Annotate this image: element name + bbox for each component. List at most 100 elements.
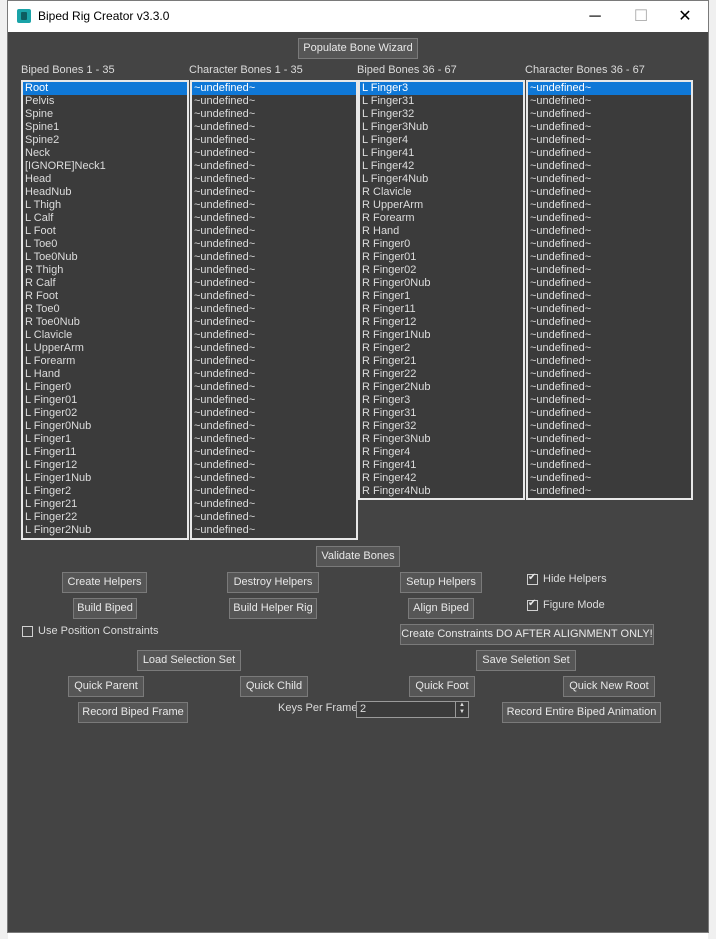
list-item[interactable]: R Calf	[23, 277, 187, 290]
list-item[interactable]: L Finger22	[23, 511, 187, 524]
list-item[interactable]: L Finger3	[360, 82, 523, 95]
list-item[interactable]: R Forearm	[360, 212, 523, 225]
list-item[interactable]: L Finger0	[23, 381, 187, 394]
list-item[interactable]: ~undefined~	[528, 225, 691, 238]
list-item[interactable]: ~undefined~	[528, 199, 691, 212]
list-item[interactable]: L Finger11	[23, 446, 187, 459]
list-item[interactable]: L Finger1	[23, 433, 187, 446]
list-item[interactable]: L Finger0Nub	[23, 420, 187, 433]
list-item[interactable]: ~undefined~	[192, 147, 356, 160]
close-button[interactable]: ✕	[662, 1, 708, 32]
list-item[interactable]: ~undefined~	[528, 264, 691, 277]
list-item[interactable]: R Finger32	[360, 420, 523, 433]
list-item[interactable]: ~undefined~	[192, 225, 356, 238]
spinner-arrows-icon[interactable]: ▲ ▼	[455, 702, 468, 717]
list-item[interactable]: ~undefined~	[528, 316, 691, 329]
list-item[interactable]: R Finger1	[360, 290, 523, 303]
list-item[interactable]: R Finger3Nub	[360, 433, 523, 446]
list-item[interactable]: R Finger12	[360, 316, 523, 329]
list-item[interactable]: R Thigh	[23, 264, 187, 277]
list-item[interactable]: R Finger11	[360, 303, 523, 316]
list-item[interactable]: ~undefined~	[192, 108, 356, 121]
populate-bone-wizard-button[interactable]: Populate Bone Wizard	[298, 38, 418, 59]
list-item[interactable]: ~undefined~	[192, 95, 356, 108]
quick-foot-button[interactable]: Quick Foot	[409, 676, 475, 697]
list-item[interactable]: ~undefined~	[528, 381, 691, 394]
list-item[interactable]: ~undefined~	[192, 498, 356, 511]
list-item[interactable]: ~undefined~	[192, 290, 356, 303]
title-bar[interactable]: Biped Rig Creator v3.3.0 ─ ☐ ✕	[8, 1, 708, 32]
list-item[interactable]: L Finger02	[23, 407, 187, 420]
list-item[interactable]: ~undefined~	[192, 446, 356, 459]
list-item[interactable]: R Foot	[23, 290, 187, 303]
destroy-helpers-button[interactable]: Destroy Helpers	[227, 572, 319, 593]
biped-bones-1-35-list[interactable]: Root Pelvis Spine Spine1 Spine2 Neck [IGNORE]N…	[21, 80, 189, 540]
list-item[interactable]: ~undefined~	[528, 251, 691, 264]
list-item[interactable]: ~undefined~	[528, 134, 691, 147]
list-item[interactable]: ~undefined~	[528, 433, 691, 446]
list-item[interactable]: Spine2	[23, 134, 187, 147]
list-item[interactable]: L Forearm	[23, 355, 187, 368]
align-biped-button[interactable]: Align Biped	[408, 598, 474, 619]
list-item[interactable]: ~undefined~	[192, 82, 356, 95]
quick-child-button[interactable]: Quick Child	[240, 676, 308, 697]
list-item[interactable]: R Finger22	[360, 368, 523, 381]
list-item[interactable]: R Finger41	[360, 459, 523, 472]
list-item[interactable]: L Finger3Nub	[360, 121, 523, 134]
maximize-button[interactable]: ☐	[618, 1, 664, 32]
list-item[interactable]: ~undefined~	[528, 277, 691, 290]
list-item[interactable]: ~undefined~	[528, 238, 691, 251]
list-item[interactable]: ~undefined~	[528, 472, 691, 485]
list-item[interactable]: ~undefined~	[528, 446, 691, 459]
figure-mode-checkbox[interactable]	[527, 598, 538, 611]
list-item[interactable]: ~undefined~	[528, 303, 691, 316]
list-item[interactable]: R Finger0	[360, 238, 523, 251]
list-item[interactable]: ~undefined~	[528, 186, 691, 199]
list-item[interactable]: [IGNORE]Neck1	[23, 160, 187, 173]
list-item[interactable]: L Finger2	[23, 485, 187, 498]
list-item[interactable]: R Finger2	[360, 342, 523, 355]
create-constraints-button[interactable]: Create Constraints DO AFTER ALIGNMENT ON…	[400, 624, 654, 645]
list-item[interactable]: R Finger01	[360, 251, 523, 264]
list-item[interactable]: R Finger31	[360, 407, 523, 420]
quick-parent-button[interactable]: Quick Parent	[68, 676, 144, 697]
list-item[interactable]: ~undefined~	[192, 173, 356, 186]
list-item[interactable]: L Finger21	[23, 498, 187, 511]
list-item[interactable]: ~undefined~	[192, 381, 356, 394]
create-helpers-button[interactable]: Create Helpers	[62, 572, 147, 593]
list-item[interactable]: Neck	[23, 147, 187, 160]
list-item[interactable]: ~undefined~	[192, 316, 356, 329]
list-item[interactable]: R Toe0	[23, 303, 187, 316]
list-item[interactable]: Spine	[23, 108, 187, 121]
list-item[interactable]: ~undefined~	[192, 160, 356, 173]
list-item[interactable]: ~undefined~	[192, 433, 356, 446]
list-item[interactable]: ~undefined~	[528, 355, 691, 368]
list-item[interactable]: ~undefined~	[192, 355, 356, 368]
list-item[interactable]: R Finger21	[360, 355, 523, 368]
keys-per-frame-spinner[interactable]: 2 ▲ ▼	[356, 701, 469, 718]
list-item[interactable]: ~undefined~	[192, 212, 356, 225]
character-bones-36-67-list[interactable]: ~undefined~ ~undefined~ ~undefined~ ~undefi…	[526, 80, 693, 500]
list-item[interactable]: ~undefined~	[528, 95, 691, 108]
list-item[interactable]: L Finger01	[23, 394, 187, 407]
list-item[interactable]: ~undefined~	[192, 251, 356, 264]
list-item[interactable]: HeadNub	[23, 186, 187, 199]
list-item[interactable]: ~undefined~	[192, 407, 356, 420]
list-item[interactable]: ~undefined~	[528, 173, 691, 186]
record-biped-frame-button[interactable]: Record Biped Frame	[78, 702, 188, 723]
list-item[interactable]: ~undefined~	[192, 472, 356, 485]
list-item[interactable]: ~undefined~	[192, 368, 356, 381]
list-item[interactable]: L Finger41	[360, 147, 523, 160]
list-item[interactable]: R Finger1Nub	[360, 329, 523, 342]
list-item[interactable]: ~undefined~	[528, 147, 691, 160]
list-item[interactable]: ~undefined~	[192, 238, 356, 251]
biped-bones-36-67-list[interactable]: L Finger3 L Finger31 L Finger32 L Finger3Nu…	[358, 80, 525, 500]
list-item[interactable]: Pelvis	[23, 95, 187, 108]
list-item[interactable]: R Hand	[360, 225, 523, 238]
list-item[interactable]: ~undefined~	[528, 82, 691, 95]
list-item[interactable]: L Finger12	[23, 459, 187, 472]
list-item[interactable]: R Finger2Nub	[360, 381, 523, 394]
list-item[interactable]: ~undefined~	[192, 277, 356, 290]
use-position-constraints-checkbox[interactable]	[22, 626, 33, 637]
list-item[interactable]: R Finger02	[360, 264, 523, 277]
